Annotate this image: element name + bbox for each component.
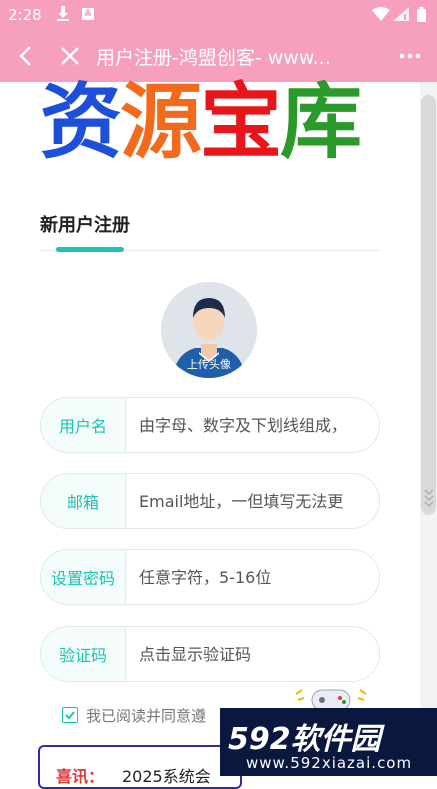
captcha-label: 验证码 — [41, 627, 126, 681]
news-text: 2025系统会 — [122, 767, 211, 786]
agreement-row[interactable]: 我已阅读并同意遵 — [62, 705, 206, 726]
status-bar: 2:28 A — [0, 0, 437, 30]
username-field: 用户名 — [40, 397, 380, 453]
username-input[interactable] — [139, 398, 375, 452]
watermark-title: 592软件园 — [228, 722, 381, 757]
scroll-handle-icon[interactable] — [423, 486, 435, 512]
signal-icon — [393, 7, 409, 21]
logo-char-4: 库 — [280, 75, 362, 170]
news-ticker[interactable]: 喜讯： 2025系统会 — [38, 745, 242, 789]
logo-char-2: 源 — [120, 75, 202, 170]
news-label: 喜讯： — [56, 767, 105, 786]
a-badge-icon: A — [82, 8, 94, 20]
avatar-upload-label: 上传头像 — [187, 358, 231, 371]
avatar-upload[interactable]: 上传头像 — [161, 282, 257, 378]
email-input[interactable] — [139, 474, 375, 528]
wifi-icon — [372, 7, 390, 21]
check-icon — [65, 711, 75, 720]
download-icon — [57, 6, 69, 21]
scrollbar-thumb[interactable] — [421, 95, 436, 515]
section-active-underline — [56, 247, 124, 252]
username-label: 用户名 — [41, 398, 126, 452]
password-input[interactable] — [139, 550, 375, 604]
captcha-field: 验证码 — [40, 626, 380, 682]
agree-text: 我已阅读并同意遵 — [86, 707, 207, 725]
password-label: 设置密码 — [41, 550, 126, 604]
site-logo[interactable]: 资 源 宝 库 — [40, 80, 380, 166]
email-label: 邮箱 — [41, 474, 126, 528]
close-icon[interactable] — [58, 44, 82, 68]
battery-icon — [417, 7, 426, 22]
more-options-icon[interactable] — [398, 44, 422, 68]
password-field: 设置密码 — [40, 549, 380, 605]
register-section-title: 新用户注册 — [40, 215, 130, 236]
captcha-input[interactable] — [139, 627, 375, 681]
logo-char-1: 资 — [40, 75, 122, 170]
email-field: 邮箱 — [40, 473, 380, 529]
watermark-url: www.592xiazai.com — [246, 754, 413, 772]
status-time: 2:28 — [8, 6, 42, 24]
agree-checkbox[interactable] — [62, 707, 78, 723]
logo-char-3: 宝 — [200, 75, 282, 170]
watermark-logo: 592软件园 www.592xiazai.com — [220, 708, 437, 776]
page-title: 用户注册-鸿盟创客- www... — [96, 47, 331, 69]
back-arrow-icon[interactable] — [14, 44, 38, 68]
